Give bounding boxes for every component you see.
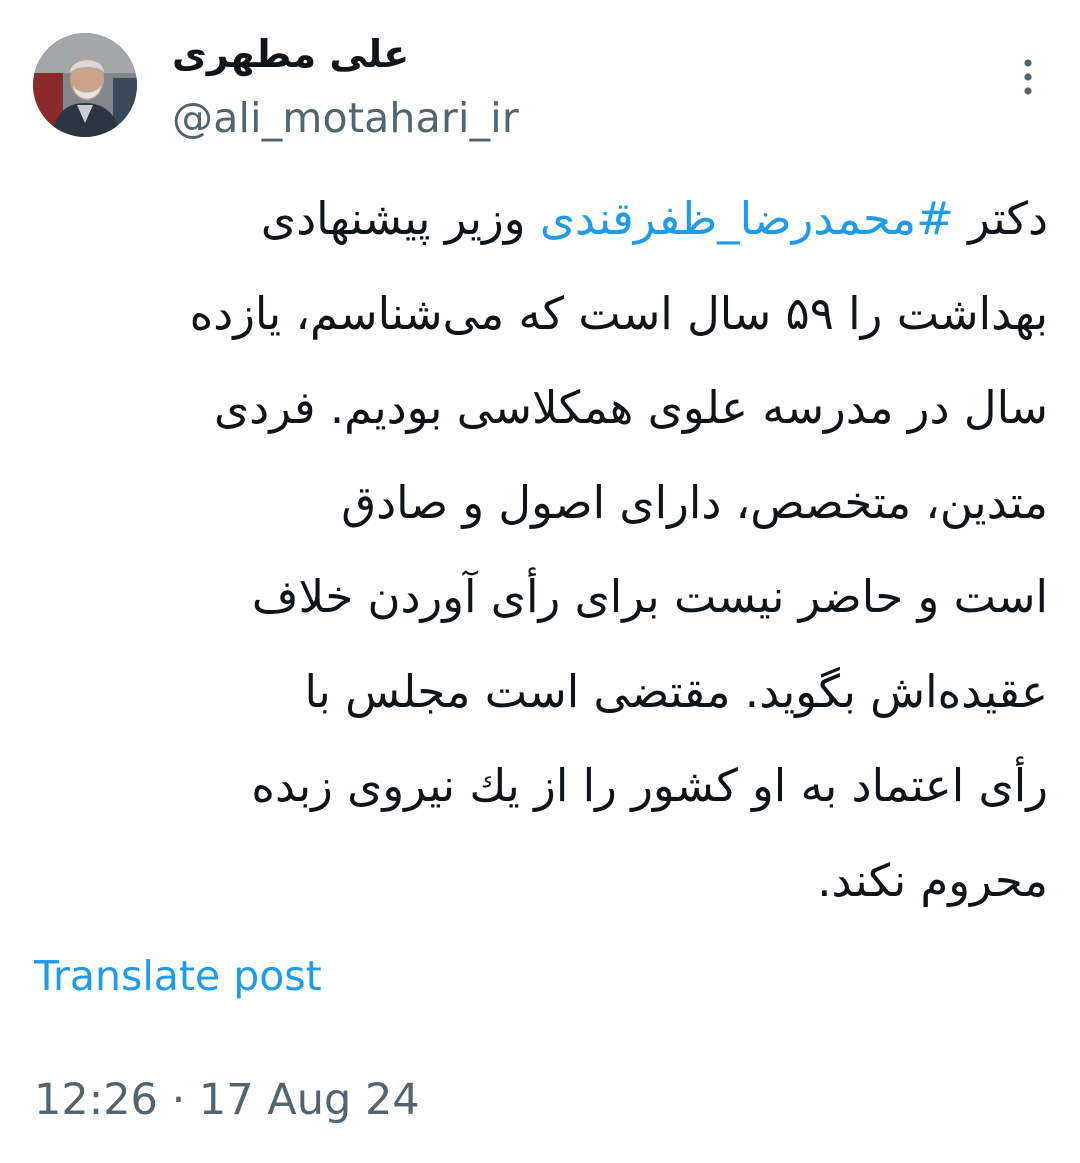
author-display-name[interactable]: علی مطهری: [172, 26, 412, 82]
tweet-line: است و حاضر نیست برای رأی آوردن خلاف: [251, 570, 1048, 623]
tweet-text-segment: دکتر: [953, 192, 1048, 245]
post-timestamp[interactable]: 12:26 · 17 Aug 24: [34, 1070, 420, 1130]
tweet-line: عقیده‌اش بگوید. مقتضی است مجلس با: [304, 664, 1048, 718]
tweet-line: سال در مدرسه علوی همکلاسی بودیم. فردی: [213, 381, 1048, 434]
tweet-line: دکتر #محمدرضا_ظفرقندی وزیر پیشنهادی: [30, 172, 1048, 267]
tweet-text: دکتر #محمدرضا_ظفرقندی وزیر پیشنهادی بهدا…: [30, 172, 1048, 912]
tweet-line: بهداشت را ۵۹ سال است که می‌شناسم، یازده: [189, 286, 1048, 340]
tweet-line: محروم نکند.: [817, 853, 1048, 907]
translate-post-link[interactable]: Translate post: [34, 946, 322, 1006]
author-handle[interactable]: @ali_motahari_ir: [172, 88, 519, 148]
more-vertical-icon[interactable]: [1010, 55, 1046, 99]
hashtag-link[interactable]: #محمدرضا_ظفرقندی: [540, 192, 954, 245]
avatar[interactable]: [33, 33, 137, 137]
tweet-text-segment: وزیر پیشنهادی: [260, 192, 540, 245]
tweet-line: رأی اعتماد به او کشور را از یك نیروی زبد…: [251, 759, 1048, 812]
tweet-line: متدین، متخصص، دارای اصول و صادق: [341, 475, 1048, 529]
